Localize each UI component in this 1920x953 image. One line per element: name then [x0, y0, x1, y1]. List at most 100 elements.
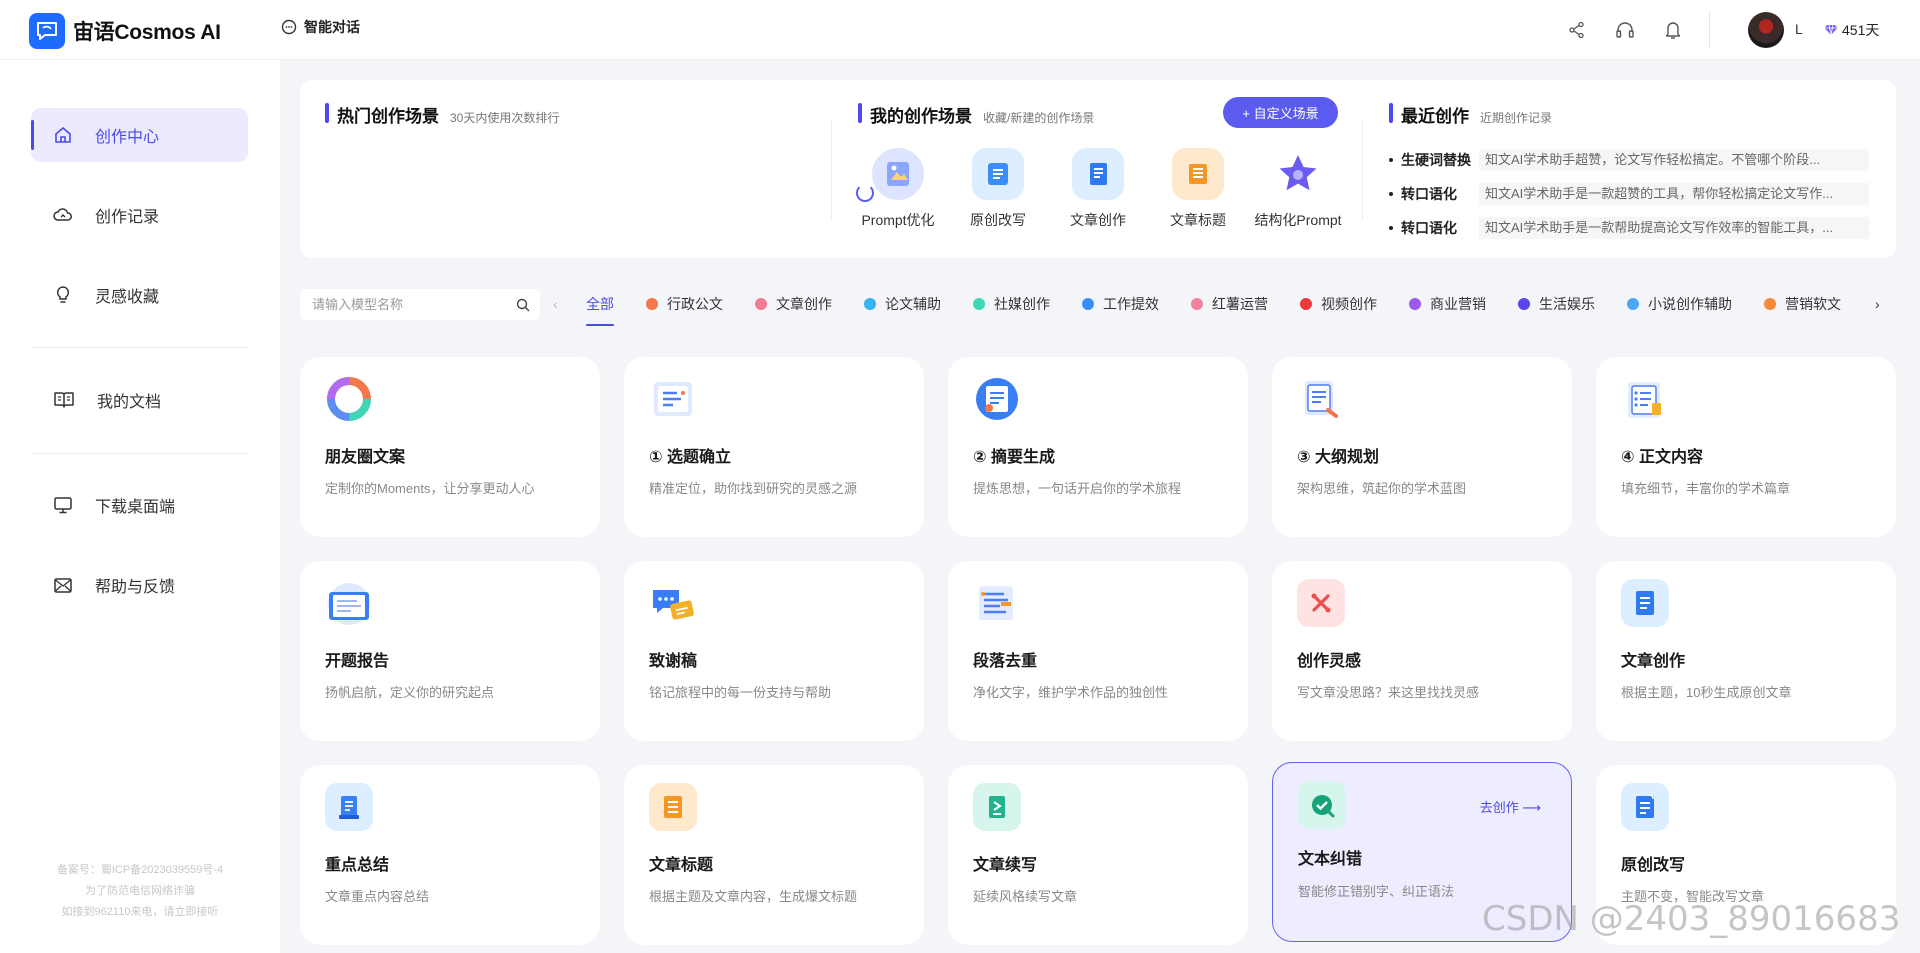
scene-card[interactable]: 朋友圈文案 定制你的Moments，让分享更动人心	[300, 357, 600, 537]
card-desc: 精准定位，助你找到研究的灵感之源	[649, 481, 858, 496]
smart-chat-link[interactable]: 智能对话	[281, 17, 360, 37]
sidebar-item-label: 创作中心	[95, 129, 160, 146]
recent-item-type: 转口语化	[1401, 186, 1457, 202]
abstract-icon	[973, 375, 1021, 423]
chevron-left-icon[interactable]: ‹	[553, 296, 558, 312]
chat-icon	[281, 19, 297, 35]
category-dot-icon	[1627, 298, 1639, 310]
sidebar-item-inspiration[interactable]: 灵感收藏	[31, 268, 248, 322]
title-accent-bar	[325, 103, 329, 123]
book-icon	[54, 392, 74, 408]
sidebar-item-label: 创作记录	[95, 209, 160, 226]
scene-card[interactable]: 重点总结 文章重点内容总结	[300, 765, 600, 945]
model-search	[300, 289, 540, 320]
monitor-icon	[54, 497, 72, 514]
card-title: 段落去重	[973, 653, 1038, 670]
sidebar-item-creation-center[interactable]: 创作中心	[31, 108, 248, 162]
card-title: 创作灵感	[1297, 653, 1362, 670]
scene-article-title[interactable]: 文章标题	[1148, 148, 1248, 230]
rewrite-icon	[1621, 783, 1669, 831]
tab-admin-docs[interactable]: 行政公文	[646, 294, 723, 314]
chat-bubble-logo-icon	[29, 13, 65, 49]
search-icon[interactable]	[516, 298, 530, 312]
topic-icon	[649, 375, 697, 423]
model-search-input[interactable]	[312, 297, 516, 312]
tab-xiaohongshu-ops[interactable]: 红薯运营	[1191, 294, 1268, 314]
smart-chat-label: 智能对话	[304, 19, 360, 35]
card-title: 重点总结	[325, 857, 390, 874]
thanks-icon	[649, 579, 697, 627]
scene-card[interactable]: 开题报告 扬帆启航，定义你的研究起点	[300, 561, 600, 741]
scene-structured-prompt[interactable]: 结构化Prompt	[1248, 148, 1348, 230]
scene-card[interactable]: 致谢稿 铭记旅程中的每一份支持与帮助	[624, 561, 924, 741]
cloud-icon	[53, 208, 72, 221]
vip-badge[interactable]: 451天	[1824, 20, 1879, 40]
tab-label: 文章创作	[776, 296, 832, 312]
sidebar-item-help-feedback[interactable]: 帮助与反馈	[31, 558, 248, 612]
active-tab-underline	[586, 324, 614, 326]
my-scenes-title: 我的创作场景	[870, 107, 972, 126]
inspiration-icon	[1297, 579, 1345, 627]
recent-item-text: 知文AI学术助手是一款超赞的工具，帮你轻松搞定论文写作...	[1479, 183, 1869, 205]
chevron-right-icon[interactable]: ›	[1875, 296, 1880, 312]
scene-card[interactable]: 文章标题 根据主题及文章内容，生成爆文标题	[624, 765, 924, 945]
correct-icon	[1298, 781, 1346, 829]
card-desc: 写文章没思路？来这里找找灵感	[1297, 685, 1480, 700]
tab-label: 红薯运营	[1212, 296, 1268, 312]
scene-card[interactable]: ① 选题确立 精准定位，助你找到研究的灵感之源	[624, 357, 924, 537]
tab-work-efficiency[interactable]: 工作提效	[1082, 294, 1159, 314]
scene-original-rewrite[interactable]: 原创改写	[948, 148, 1048, 230]
share-icon[interactable]	[1565, 18, 1589, 42]
card-desc: 填充细节，丰富你的学术篇章	[1621, 481, 1791, 496]
title-accent-bar	[1389, 103, 1393, 123]
scene-card[interactable]: 文章续写 延续风格续写文章	[948, 765, 1248, 945]
bell-icon[interactable]	[1661, 18, 1685, 42]
my-scenes-subtitle: 收藏/新建的创作场景	[983, 111, 1095, 125]
recent-item[interactable]: 生硬词替换 知文AI学术助手超赞，论文写作轻松搞定。不管哪个阶段...	[1389, 149, 1869, 171]
scene-card[interactable]: 段落去重 净化文字，维护学术作品的独创性	[948, 561, 1248, 741]
tab-video-creation[interactable]: 视频创作	[1300, 294, 1377, 314]
go-create-link[interactable]: 去创作 ⟶	[1480, 797, 1541, 816]
sidebar-item-download-desktop[interactable]: 下载桌面端	[31, 478, 248, 532]
page-scrollbar[interactable]	[1905, 60, 1920, 953]
tab-label: 工作提效	[1103, 296, 1159, 312]
scene-article-creation[interactable]: 文章创作	[1048, 148, 1148, 230]
brand-logo[interactable]: 宙语Cosmos AI	[29, 13, 221, 49]
headset-icon[interactable]	[1613, 18, 1637, 42]
scene-card[interactable]: ② 摘要生成 提炼思想，一句话开启你的学术旅程	[948, 357, 1248, 537]
tab-novel-aid[interactable]: 小说创作辅助	[1627, 294, 1732, 314]
scene-card[interactable]: 创作灵感 写文章没思路？来这里找找灵感	[1272, 561, 1572, 741]
hot-scenes-title: 热门创作场景	[337, 107, 439, 126]
avatar[interactable]	[1748, 12, 1784, 48]
rewrite-icon	[972, 148, 1024, 200]
recent-header: 最近创作 近期创作记录	[1389, 102, 1552, 127]
tab-label: 营销软文	[1785, 296, 1841, 312]
sidebar-item-creation-records[interactable]: 创作记录	[31, 188, 248, 242]
tab-lifestyle[interactable]: 生活娱乐	[1518, 294, 1595, 314]
scene-card[interactable]: ③ 大纲规划 架构思维，筑起你的学术蓝图	[1272, 357, 1572, 537]
category-dot-icon	[1409, 298, 1421, 310]
tab-all[interactable]: 全部	[586, 294, 614, 314]
user-name[interactable]: L	[1795, 21, 1803, 37]
top-header: 宙语Cosmos AI 智能对话 L 451天	[0, 0, 1920, 60]
tab-article-creation[interactable]: 文章创作	[755, 294, 832, 314]
tab-social-media[interactable]: 社媒创作	[973, 294, 1050, 314]
icp-record[interactable]: 备案号：蜀ICP备2023039559号-4	[0, 860, 280, 881]
scene-card[interactable]: 文章创作 根据主题，10秒生成原创文章	[1596, 561, 1896, 741]
card-title: 文本纠错	[1298, 851, 1363, 868]
scene-card[interactable]: ④ 正文内容 填充细节，丰富你的学术篇章	[1596, 357, 1896, 537]
tab-business-marketing[interactable]: 商业营销	[1409, 294, 1486, 314]
recent-item[interactable]: 转口语化 知文AI学术助手是一款超赞的工具，帮你轻松搞定论文写作...	[1389, 183, 1869, 205]
tab-marketing-copy[interactable]: 营销软文	[1764, 294, 1841, 314]
prompt-icon	[872, 148, 924, 200]
tab-label: 生活娱乐	[1539, 296, 1595, 312]
summary-icon	[325, 783, 373, 831]
sidebar-item-my-docs[interactable]: 我的文档	[31, 373, 248, 427]
scene-prompt-optimize[interactable]: Prompt优化	[848, 148, 948, 230]
tab-label: 商业营销	[1430, 296, 1486, 312]
tab-thesis-aid[interactable]: 论文辅助	[864, 294, 941, 314]
custom-scene-button[interactable]: + 自定义场景	[1223, 97, 1338, 128]
bulb-icon	[56, 286, 70, 303]
category-dot-icon	[646, 298, 658, 310]
recent-item[interactable]: 转口语化 知文AI学术助手是一款帮助提高论文写作效率的智能工具，...	[1389, 217, 1869, 239]
